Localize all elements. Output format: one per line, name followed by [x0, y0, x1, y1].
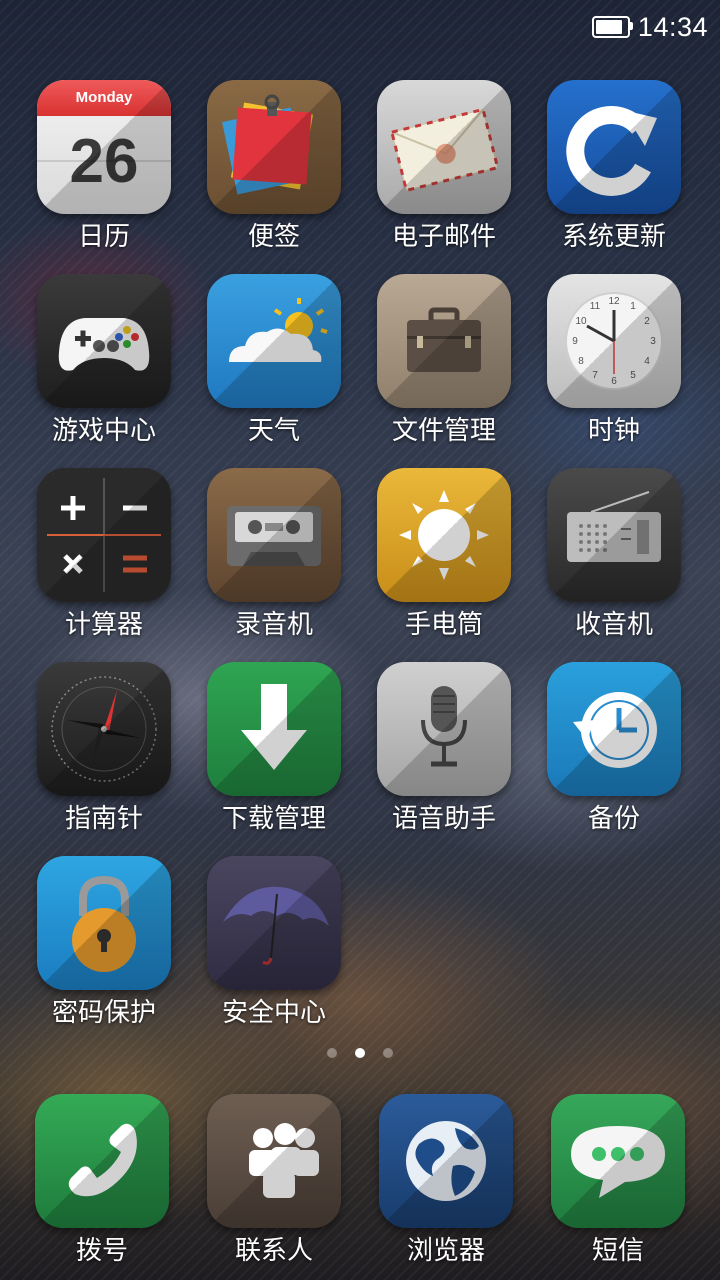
cassette-icon: [207, 468, 341, 602]
app-backup[interactable]: 备份: [529, 662, 699, 835]
clock-icon: 12 1 2 345 678 9 10 11: [547, 274, 681, 408]
notes-icon: [207, 80, 341, 214]
app-label: 录音机: [234, 610, 313, 640]
app-label: 手电筒: [404, 610, 483, 640]
app-game-center[interactable]: 游戏中心: [19, 274, 189, 447]
chat-bubble-icon: [551, 1094, 685, 1228]
app-label: 拨号: [75, 1236, 128, 1266]
app-label: 语音助手: [391, 804, 496, 834]
dock-contacts[interactable]: 联系人: [189, 1094, 359, 1267]
app-label: 便签: [247, 222, 300, 252]
calendar-icon: Monday 26: [37, 80, 171, 214]
calendar-weekday: Monday: [37, 80, 171, 116]
app-label: 文件管理: [391, 416, 496, 446]
app-file-manager[interactable]: 文件管理: [359, 274, 529, 447]
app-label: 电子邮件: [391, 222, 496, 252]
app-flashlight[interactable]: 手电筒: [359, 468, 529, 641]
compass-icon: [37, 662, 171, 796]
people-icon: [207, 1094, 341, 1228]
svg-text:5: 5: [630, 370, 636, 381]
page-dot-active[interactable]: [355, 1048, 365, 1058]
app-password-protect[interactable]: 密码保护: [19, 856, 189, 1029]
dock-browser[interactable]: 浏览器: [361, 1094, 531, 1267]
svg-text:11: 11: [590, 301, 601, 312]
clock-time: 14:34: [637, 11, 708, 42]
svg-text:9: 9: [572, 336, 578, 347]
app-label: 指南针: [64, 804, 143, 834]
app-label: 时钟: [587, 416, 640, 446]
dock-phone[interactable]: 拨号: [17, 1094, 187, 1267]
svg-text:1: 1: [630, 301, 636, 312]
app-clock[interactable]: 12 1 2 345 678 9 10 11 时钟: [529, 274, 699, 447]
app-notes[interactable]: 便签: [189, 80, 359, 253]
page-indicator[interactable]: [0, 1048, 720, 1058]
envelope-icon: [377, 80, 511, 214]
app-label: 系统更新: [561, 222, 666, 252]
app-weather[interactable]: 天气: [189, 274, 359, 447]
svg-text:10: 10: [575, 316, 587, 327]
app-label: 天气: [247, 416, 300, 446]
app-label: 下载管理: [221, 804, 326, 834]
app-label: 安全中心: [221, 998, 326, 1028]
svg-text:8: 8: [578, 356, 584, 367]
calculator-icon: [37, 468, 171, 602]
app-radio[interactable]: 收音机: [529, 468, 699, 641]
battery-icon: [591, 16, 633, 38]
app-calculator[interactable]: 计算器: [19, 468, 189, 641]
globe-icon: [379, 1094, 513, 1228]
app-label: 浏览器: [406, 1236, 485, 1266]
app-label: 计算器: [64, 610, 143, 640]
svg-text:12: 12: [608, 296, 620, 307]
app-label: 短信: [591, 1236, 644, 1266]
gamepad-icon: [37, 274, 171, 408]
app-label: 日历: [77, 222, 130, 252]
briefcase-icon: [377, 274, 511, 408]
app-label: 收音机: [574, 610, 653, 640]
app-voice-assistant[interactable]: 语音助手: [359, 662, 529, 835]
app-label: 密码保护: [51, 998, 156, 1028]
svg-text:6: 6: [611, 376, 617, 387]
history-icon: [547, 662, 681, 796]
svg-text:4: 4: [644, 356, 650, 367]
padlock-icon: [37, 856, 171, 990]
app-label: 联系人: [234, 1236, 313, 1266]
dock-messages[interactable]: 短信: [533, 1094, 703, 1267]
app-label: 备份: [587, 804, 640, 834]
svg-text:7: 7: [592, 370, 598, 381]
page-dot[interactable]: [327, 1048, 337, 1058]
page-dot[interactable]: [383, 1048, 393, 1058]
app-compass[interactable]: 指南针: [19, 662, 189, 835]
app-calendar[interactable]: Monday 26 日历: [19, 80, 189, 253]
sun-icon: [377, 468, 511, 602]
app-system-update[interactable]: 系统更新: [529, 80, 699, 253]
umbrella-icon: [207, 856, 341, 990]
microphone-icon: [377, 662, 511, 796]
radio-icon: [547, 468, 681, 602]
calendar-day: 26: [69, 127, 139, 196]
status-bar: 14:34: [591, 0, 720, 54]
weather-icon: [207, 274, 341, 408]
svg-text:2: 2: [644, 316, 650, 327]
app-email[interactable]: 电子邮件: [359, 80, 529, 253]
download-arrow-icon: [207, 662, 341, 796]
svg-text:3: 3: [650, 336, 656, 347]
refresh-icon: [547, 80, 681, 214]
app-label: 游戏中心: [51, 416, 156, 446]
app-download-manager[interactable]: 下载管理: [189, 662, 359, 835]
phone-icon: [35, 1094, 169, 1228]
app-security-center[interactable]: 安全中心: [189, 856, 359, 1029]
app-recorder[interactable]: 录音机: [189, 468, 359, 641]
